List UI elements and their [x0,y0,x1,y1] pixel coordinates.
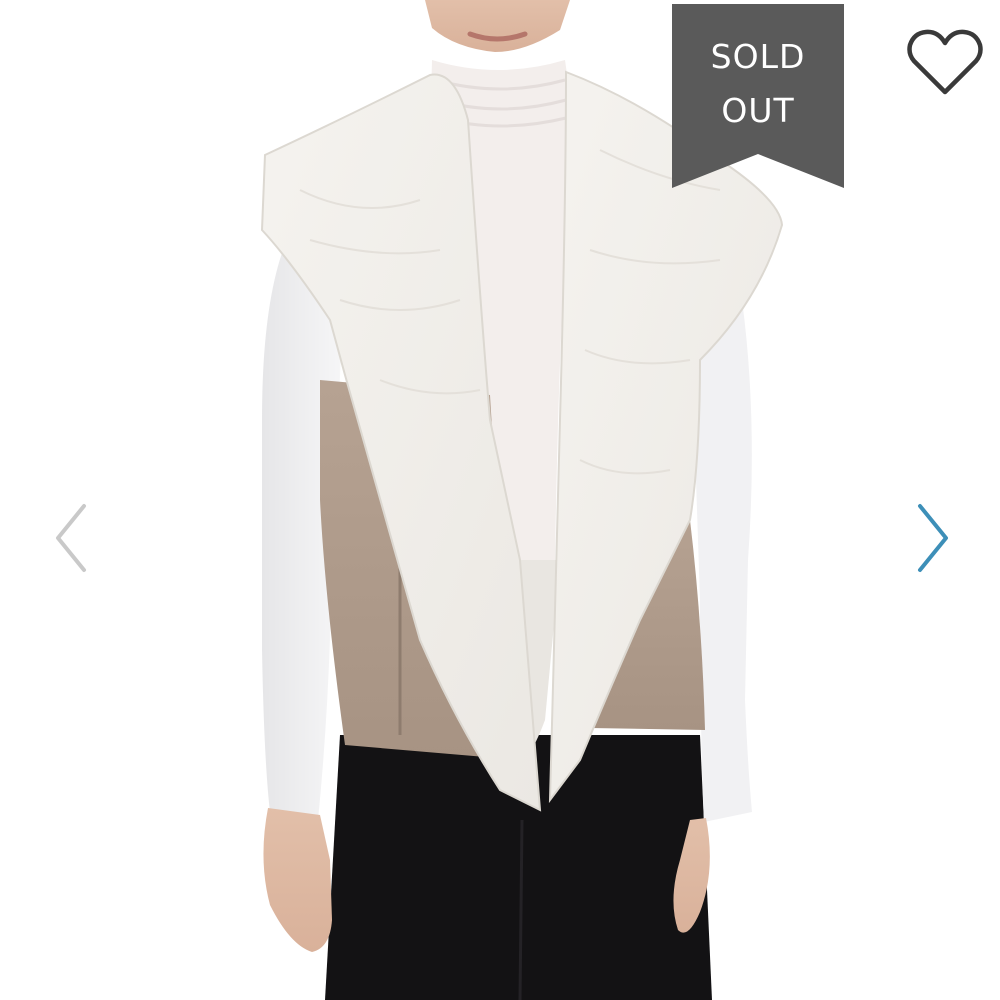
chevron-right-icon [918,504,948,572]
product-photo [260,0,784,1000]
previous-image-button[interactable] [50,500,90,580]
heart-outline-icon [907,29,983,95]
next-image-button[interactable] [912,500,952,580]
badge-line-1: SOLD [710,37,806,76]
badge-label: SOLD OUT [672,30,844,138]
favorite-button[interactable] [906,28,984,98]
badge-line-2: OUT [721,91,795,130]
sold-out-badge: SOLD OUT [672,4,844,188]
chevron-left-icon [56,504,86,572]
product-image-viewer: SOLD OUT [0,0,1000,1000]
